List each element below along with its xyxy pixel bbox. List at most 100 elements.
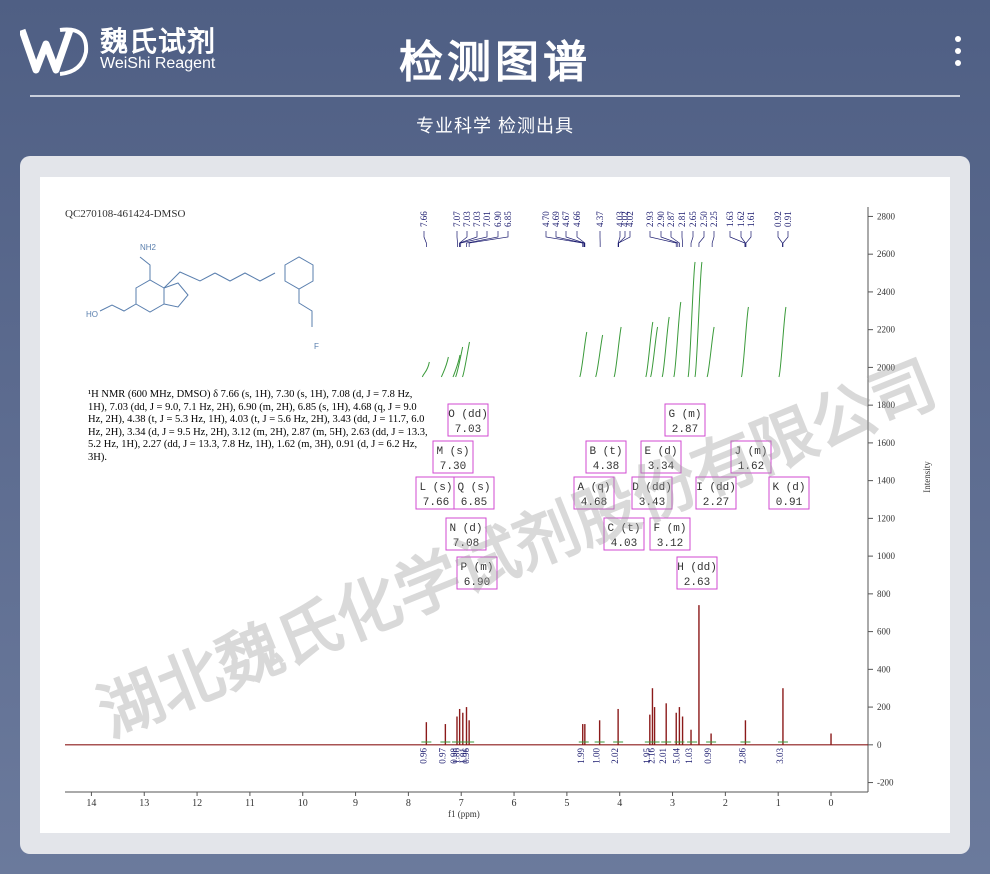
watermark-text: 湖北魏氏化学试剂股份有限公司 bbox=[88, 348, 946, 752]
structure-bond bbox=[135, 279, 165, 313]
integral-curve bbox=[673, 301, 682, 378]
x-tick-label: 13 bbox=[139, 798, 149, 809]
multiplet-shift: 7.30 bbox=[440, 461, 466, 473]
x-tick-label: 4 bbox=[617, 798, 622, 809]
integral-curve bbox=[579, 331, 588, 378]
peak-label-leader bbox=[777, 231, 783, 247]
y-tick-label: 400 bbox=[877, 664, 891, 674]
integral-value: 2.01 bbox=[658, 748, 668, 764]
structure-bond bbox=[99, 303, 137, 312]
peak-shift-label: 2.65 bbox=[688, 211, 698, 227]
peak-label-leader bbox=[745, 231, 752, 247]
integral-curve bbox=[421, 361, 430, 378]
multiplet-label: O (dd) bbox=[448, 409, 488, 421]
integral-curve bbox=[661, 316, 670, 378]
peak-shift-label: 0.92 bbox=[773, 211, 783, 227]
peak-shift-label: 7.03 bbox=[472, 211, 482, 227]
integral-value: 2.16 bbox=[647, 748, 657, 764]
structure-bond bbox=[139, 256, 151, 280]
molecule-structure bbox=[99, 256, 314, 327]
y-tick-label: 200 bbox=[877, 702, 891, 712]
y-tick-label: 1000 bbox=[877, 551, 896, 561]
more-vertical-icon[interactable] bbox=[950, 36, 966, 72]
multiplet-label: Q (s) bbox=[457, 482, 490, 494]
y-tick-label: 800 bbox=[877, 589, 891, 599]
y-axis-label: Intensity bbox=[922, 461, 932, 493]
x-tick-label: 7 bbox=[459, 798, 464, 809]
peak-label-leader bbox=[698, 231, 705, 247]
structure-atom-label: HO bbox=[86, 310, 98, 319]
integral-curve bbox=[462, 341, 470, 378]
x-axis-label: f1 (ppm) bbox=[448, 809, 480, 819]
nmr-chart: 2800260024002200200018001600140012001000… bbox=[65, 207, 947, 819]
structure-bond bbox=[214, 272, 276, 282]
peak-shift-label: 4.02 bbox=[625, 211, 635, 227]
integral-curve bbox=[694, 261, 703, 378]
multiplet-shift: 2.87 bbox=[672, 424, 698, 436]
multiplet-label: M (s) bbox=[436, 446, 469, 458]
y-tick-label: 2400 bbox=[877, 287, 896, 297]
integral-value: 2.02 bbox=[610, 748, 620, 764]
integral-value: 0.96 bbox=[418, 748, 428, 764]
peak-shift-label: 4.66 bbox=[572, 211, 582, 227]
integral-curve bbox=[455, 346, 464, 378]
integral-value: 1.03 bbox=[684, 748, 694, 764]
structure-bond bbox=[163, 282, 189, 308]
x-tick-label: 2 bbox=[723, 798, 728, 809]
peak-label-leader bbox=[565, 231, 585, 247]
multiplet-label: L (s) bbox=[419, 482, 452, 494]
peak-shift-label: 4.70 bbox=[541, 211, 551, 227]
peak-shift-label: 4.67 bbox=[561, 211, 571, 227]
x-tick-label: 9 bbox=[353, 798, 358, 809]
multiplet-shift: 7.03 bbox=[455, 424, 481, 436]
integral-value: 1.99 bbox=[576, 748, 586, 764]
peak-shift-label: 2.81 bbox=[677, 211, 687, 227]
peak-label-leader bbox=[660, 231, 679, 247]
peak-shift-label: 2.25 bbox=[709, 211, 719, 227]
page-title: 检测图谱 bbox=[399, 38, 591, 87]
x-tick-label: 0 bbox=[829, 798, 834, 809]
multiplet-label: H (dd) bbox=[677, 562, 717, 574]
integral-value: 3.03 bbox=[775, 748, 785, 764]
peak-shift-label: 2.87 bbox=[666, 211, 676, 227]
integral-curve bbox=[595, 334, 604, 378]
x-tick-label: 8 bbox=[406, 798, 411, 809]
peak-shift-label: 2.50 bbox=[699, 211, 709, 227]
peak-shift-label: 7.66 bbox=[419, 211, 429, 227]
y-tick-label: -200 bbox=[877, 778, 894, 788]
integral-value: 0.99 bbox=[703, 748, 713, 764]
x-tick-label: 6 bbox=[512, 798, 517, 809]
multiplet-shift: 6.85 bbox=[461, 497, 487, 509]
multiplet-shift: 7.66 bbox=[423, 497, 449, 509]
multiplet-shift: 2.63 bbox=[684, 577, 710, 589]
multiplet-label: G (m) bbox=[668, 409, 701, 421]
integral-curve bbox=[740, 306, 749, 378]
integral-value: 1.00 bbox=[592, 748, 602, 764]
y-tick-label: 600 bbox=[877, 627, 891, 637]
peak-shift-label: 2.90 bbox=[656, 211, 666, 227]
peak-label-leader bbox=[576, 231, 586, 247]
x-tick-label: 10 bbox=[298, 798, 308, 809]
structure-bond bbox=[284, 256, 314, 290]
peak-shift-label: 4.37 bbox=[595, 211, 605, 227]
y-tick-label: 2800 bbox=[877, 211, 896, 221]
peak-label-leader bbox=[649, 231, 677, 247]
structure-bond bbox=[298, 289, 313, 327]
integral-value: 2.86 bbox=[737, 748, 747, 764]
x-tick-label: 3 bbox=[670, 798, 675, 809]
integral-value: 0.97 bbox=[437, 748, 447, 764]
multiplet-label: B (t) bbox=[589, 446, 622, 458]
structure-atom-label: NH2 bbox=[140, 243, 157, 252]
y-tick-label: 1400 bbox=[877, 476, 896, 486]
y-tick-label: 0 bbox=[877, 740, 882, 750]
multiplet-shift: 0.91 bbox=[776, 497, 803, 509]
integral-value: 5.04 bbox=[671, 748, 681, 764]
peak-label-leader bbox=[459, 231, 478, 247]
peak-label-leader bbox=[618, 231, 631, 247]
peak-label-leader bbox=[681, 231, 683, 247]
structure-atom-label: F bbox=[314, 342, 319, 351]
integral-curve bbox=[613, 326, 622, 378]
peak-label-leader bbox=[711, 231, 715, 247]
peak-shift-label: 1.63 bbox=[725, 211, 735, 227]
y-tick-label: 2600 bbox=[877, 249, 896, 259]
